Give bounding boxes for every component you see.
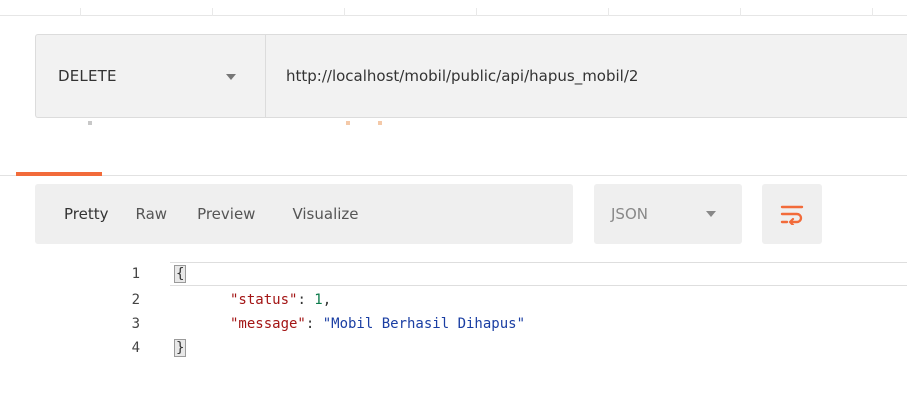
tab-label-remnant xyxy=(88,121,92,125)
tab-visualize[interactable]: Visualize xyxy=(292,205,358,223)
tab-pretty[interactable]: Pretty xyxy=(64,205,109,223)
open-brace: { xyxy=(173,265,187,283)
url-text: http://localhost/mobil/public/api/hapus_… xyxy=(286,67,639,85)
code-line: 1 { xyxy=(0,263,907,286)
response-body[interactable]: 1 { 2 "status": 1, 3 "message": "Mobil B… xyxy=(0,262,907,402)
json-key: "message" xyxy=(230,316,306,332)
column-divider xyxy=(212,8,213,16)
column-divider xyxy=(740,8,741,16)
chevron-down-icon xyxy=(706,211,716,217)
json-value: 1 xyxy=(314,292,323,308)
top-strip xyxy=(0,0,907,16)
column-divider xyxy=(344,8,345,16)
column-divider xyxy=(80,8,81,16)
method-label: DELETE xyxy=(58,67,117,85)
line-number: 1 xyxy=(131,266,140,282)
tab-label-remnant xyxy=(346,121,350,125)
active-tab-underline xyxy=(16,172,102,176)
close-brace: } xyxy=(173,339,187,357)
response-view-tabs: Pretty Raw Preview Visualize xyxy=(35,184,573,244)
json-colon: : xyxy=(297,292,315,308)
format-label: JSON xyxy=(611,205,648,223)
column-divider xyxy=(608,8,609,16)
tab-raw[interactable]: Raw xyxy=(136,205,168,223)
column-divider xyxy=(476,8,477,16)
wrap-lines-icon xyxy=(780,205,804,225)
url-input[interactable]: http://localhost/mobil/public/api/hapus_… xyxy=(266,35,907,117)
chevron-down-icon xyxy=(226,74,236,80)
format-select[interactable]: JSON xyxy=(594,184,742,244)
code-line: 2 "status": 1, xyxy=(0,289,907,312)
code-text: "message": "Mobil Berhasil Dihapus" xyxy=(230,316,525,332)
code-text: "status": 1, xyxy=(230,292,331,308)
column-divider xyxy=(872,8,873,16)
json-colon: : xyxy=(305,316,323,332)
tab-label-remnant xyxy=(378,121,382,125)
json-key: "status" xyxy=(230,292,298,308)
code-line: 4 } xyxy=(0,337,907,360)
code-text: { xyxy=(173,265,187,283)
json-comma: , xyxy=(322,292,332,308)
response-tabs-strip xyxy=(0,118,907,176)
method-select[interactable]: DELETE xyxy=(36,35,266,117)
json-value: "Mobil Berhasil Dihapus" xyxy=(322,316,526,332)
line-number: 3 xyxy=(131,316,140,332)
tab-preview[interactable]: Preview xyxy=(197,205,255,223)
code-line: 3 "message": "Mobil Berhasil Dihapus" xyxy=(0,313,907,336)
request-bar: DELETE http://localhost/mobil/public/api… xyxy=(35,34,907,118)
code-text: } xyxy=(173,339,187,357)
wrap-lines-button[interactable] xyxy=(762,184,822,244)
line-number: 4 xyxy=(131,340,140,356)
line-number: 2 xyxy=(131,292,140,308)
